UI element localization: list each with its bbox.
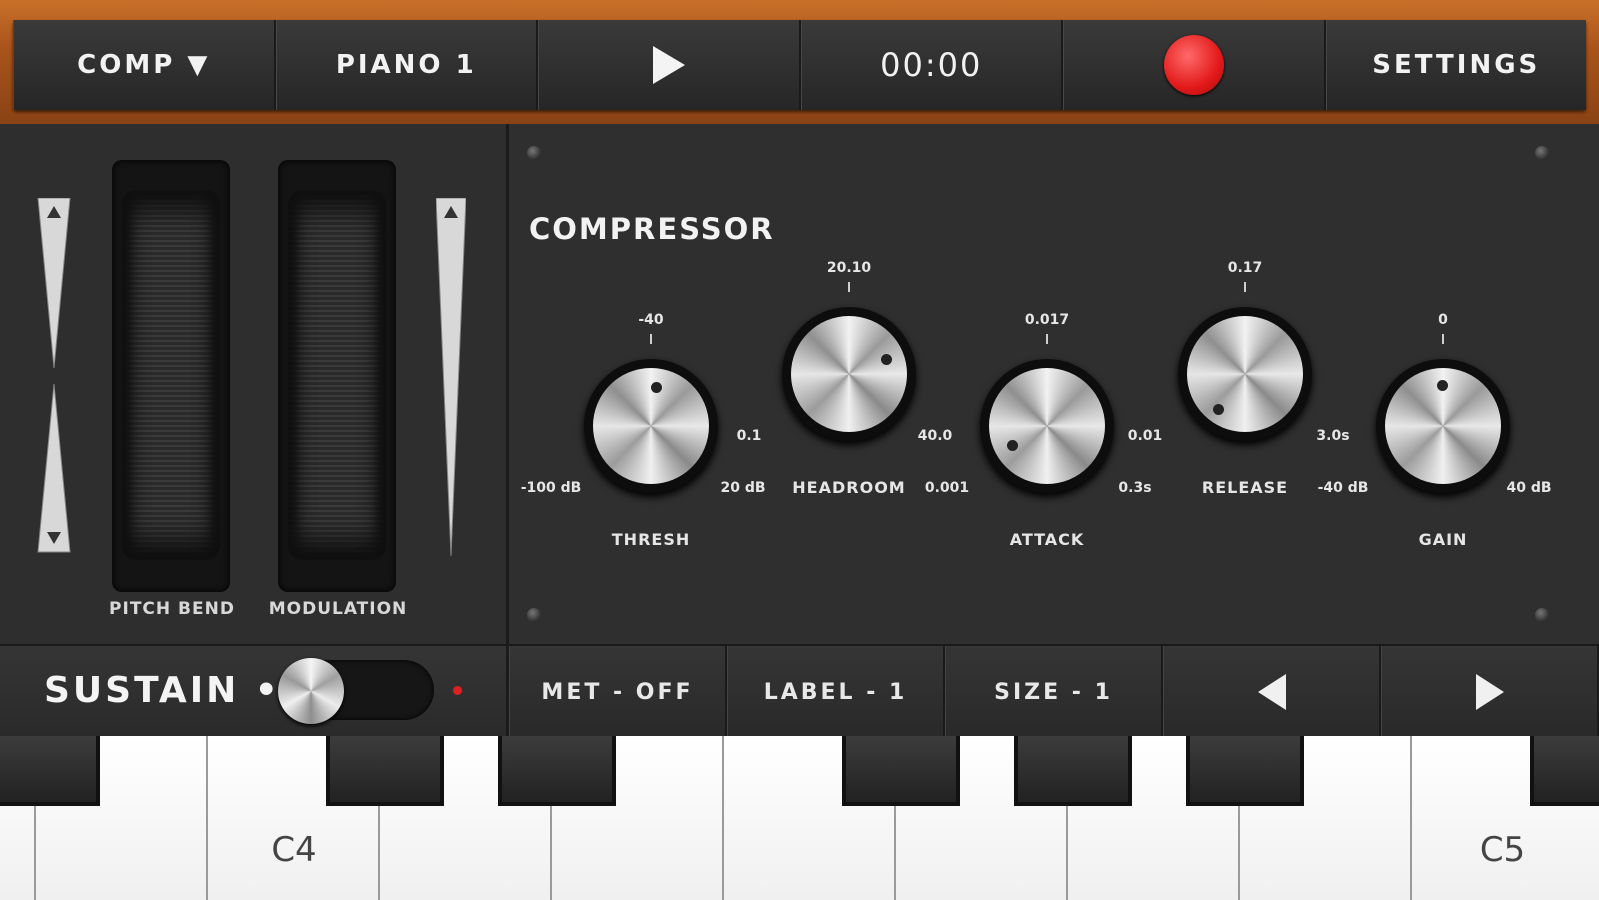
settings-button[interactable]: SETTINGS [1325, 20, 1586, 110]
key-label-c5: C5 [1479, 830, 1526, 870]
sustain-section: SUSTAIN • [0, 646, 509, 738]
knob-max-label: 40 dB [1506, 480, 1552, 496]
strip-buttons: MET - OFF LABEL - 1 SIZE - 1 [509, 646, 1599, 738]
modulation-indicator-icon [436, 198, 466, 557]
time-display: 00:00 [800, 20, 1063, 110]
screw-icon [1535, 146, 1549, 160]
key-label-c4: C4 [271, 830, 317, 870]
black-key[interactable] [326, 736, 444, 806]
gain-knob-group: 0 -40 dB 40 dB GAIN [1313, 304, 1573, 549]
sustain-toggle[interactable] [278, 658, 434, 724]
modulation-wheel-slot [278, 160, 396, 592]
knob-value: 0.17 [1227, 260, 1263, 276]
screw-icon [527, 146, 541, 160]
attack-knob[interactable] [980, 359, 1114, 493]
knob-value: 20.10 [826, 260, 872, 276]
black-key[interactable] [0, 736, 100, 806]
black-key[interactable] [842, 736, 960, 806]
size-button[interactable]: SIZE - 1 [945, 646, 1163, 738]
knob-value: -40 [638, 312, 664, 328]
knob-min-label: 0.1 [736, 428, 762, 444]
modulation-wheel[interactable] [288, 190, 386, 560]
release-knob[interactable] [1178, 307, 1312, 441]
record-icon [1163, 35, 1224, 95]
knob-name: GAIN [1418, 530, 1468, 549]
pitch-bend-wheel[interactable] [122, 190, 220, 560]
black-key[interactable] [1530, 736, 1599, 806]
metronome-button[interactable]: MET - OFF [509, 646, 727, 738]
preset-button[interactable]: PIANO 1 [275, 20, 538, 110]
modulation-label: MODULATION [268, 599, 408, 619]
record-button[interactable] [1063, 20, 1326, 110]
knob-min-label: 0.01 [1127, 428, 1163, 444]
pitch-bend-wheel-slot [112, 160, 230, 592]
screw-icon [527, 608, 541, 622]
thresh-knob[interactable] [584, 359, 718, 493]
knob-min-label: -40 dB [1317, 480, 1369, 496]
knob-value: 0.017 [1024, 312, 1070, 328]
pitch-bend-indicator-icon [37, 198, 71, 553]
top-frame: COMP ▼ PIANO 1 00:00 SETTINGS [0, 0, 1599, 124]
toolbar: COMP ▼ PIANO 1 00:00 SETTINGS [13, 20, 1586, 110]
octave-down-button[interactable] [1163, 646, 1381, 738]
compressor-panel: COMPRESSOR -40 -100 dB 20 dB THRESH 20.1… [509, 124, 1599, 644]
screw-icon [1535, 608, 1549, 622]
label-button[interactable]: LABEL - 1 [727, 646, 945, 738]
play-button[interactable] [538, 20, 801, 110]
play-icon [652, 46, 685, 84]
sustain-led-icon [453, 686, 462, 695]
knob-value: 0 [1438, 312, 1448, 328]
compressor-title: COMPRESSOR [529, 212, 775, 246]
gain-knob[interactable] [1376, 359, 1510, 493]
sustain-toggle-knob[interactable] [278, 658, 344, 724]
piano-keyboard: C4 C5 [0, 736, 1599, 900]
black-key[interactable] [1186, 736, 1304, 806]
comp-menu-button[interactable]: COMP ▼ [13, 20, 276, 110]
knob-min-label: 0.001 [924, 480, 970, 496]
sustain-label: SUSTAIN • [44, 670, 281, 711]
bottom-strip: SUSTAIN • MET - OFF LABEL - 1 SIZE - 1 [0, 644, 1599, 738]
black-key[interactable] [498, 736, 616, 806]
triangle-right-icon [1475, 674, 1504, 710]
pitch-bend-label: PITCH BEND [109, 599, 235, 619]
knob-name: THRESH [611, 530, 691, 549]
triangle-left-icon [1257, 674, 1286, 710]
controller-panel: PITCH BEND MODULATION [0, 124, 509, 644]
knob-name: ATTACK [1009, 530, 1085, 549]
octave-up-button[interactable] [1381, 646, 1599, 738]
black-key[interactable] [1014, 736, 1132, 806]
knob-min-label: -100 dB [520, 480, 582, 496]
headroom-knob[interactable] [782, 307, 916, 441]
